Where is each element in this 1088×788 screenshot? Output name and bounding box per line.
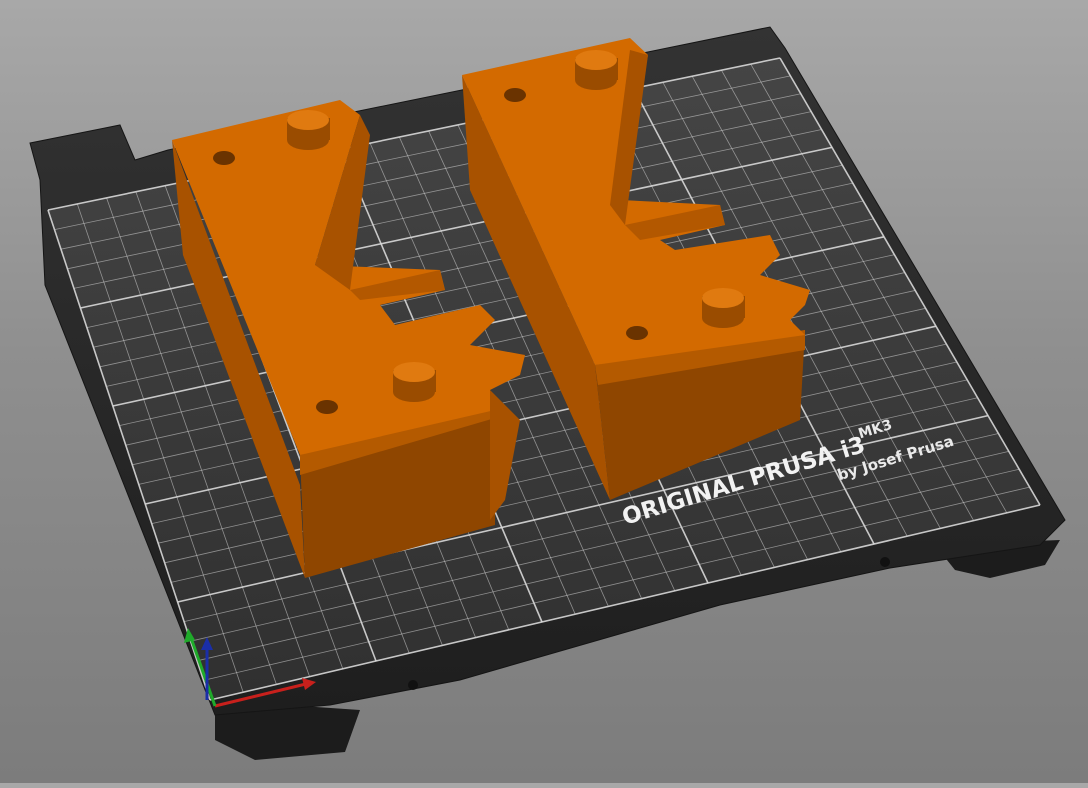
screw-hole xyxy=(504,88,526,102)
3d-viewport[interactable]: ORIGINAL PRUSA i3 MK3 by Josef Prusa xyxy=(0,0,1088,783)
bed-hole xyxy=(880,557,890,567)
peg xyxy=(287,110,330,150)
peg xyxy=(393,362,436,402)
bed-hole xyxy=(408,680,418,690)
peg xyxy=(575,50,618,90)
scene-svg[interactable]: ORIGINAL PRUSA i3 MK3 by Josef Prusa xyxy=(0,0,1088,783)
screw-hole xyxy=(316,400,338,414)
peg xyxy=(702,288,745,328)
screw-hole xyxy=(626,326,648,340)
screw-hole xyxy=(213,151,235,165)
